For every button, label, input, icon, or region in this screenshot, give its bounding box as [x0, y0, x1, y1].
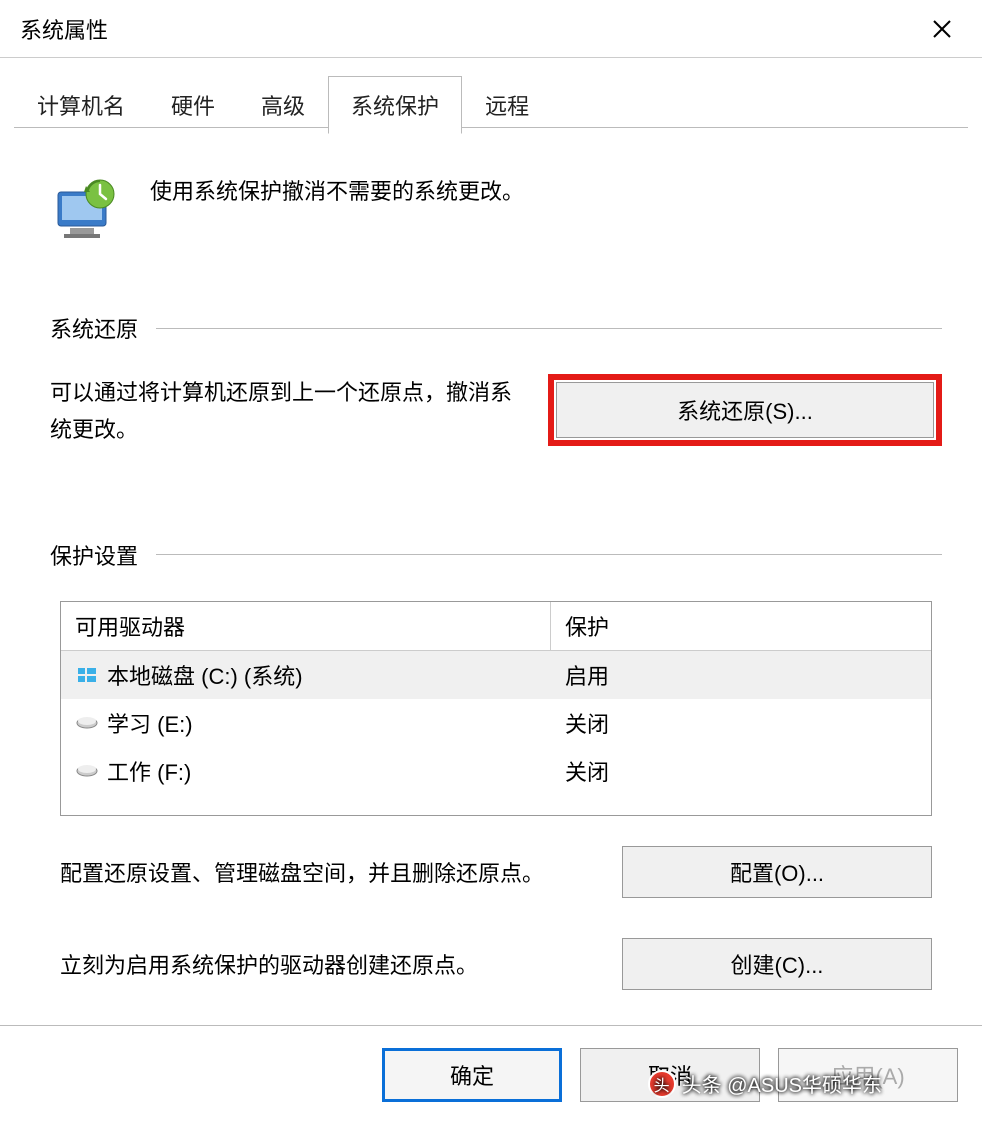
ok-button[interactable]: 确定: [382, 1048, 562, 1102]
highlight-box: 系统还原(S)...: [548, 374, 942, 446]
tab-computer-name[interactable]: 计算机名: [14, 76, 148, 134]
create-button[interactable]: 创建(C)...: [622, 938, 932, 990]
windows-drive-icon: [75, 665, 99, 685]
configure-description: 配置还原设置、管理磁盘空间，并且删除还原点。: [60, 856, 544, 888]
tab-system-protection[interactable]: 系统保护: [328, 76, 462, 134]
drive-row[interactable]: 工作 (F:) 关闭: [61, 747, 931, 795]
divider: [156, 328, 942, 329]
configure-button[interactable]: 配置(O)...: [622, 846, 932, 898]
drive-status: 关闭: [551, 703, 931, 743]
drive-row[interactable]: 本地磁盘 (C:) (系统) 启用: [61, 651, 931, 699]
drive-table: 可用驱动器 保护 本地磁盘 (C:) (系统) 启用 学习 (E:) 关闭: [60, 601, 932, 816]
footer-buttons: 确定 取消 应用(A): [382, 1048, 958, 1102]
divider: [156, 554, 942, 555]
section-header-protection: 保护设置: [50, 539, 942, 571]
restore-description: 可以通过将计算机还原到上一个还原点，撤消系统更改。: [50, 374, 528, 449]
tab-remote[interactable]: 远程: [462, 76, 552, 134]
hero: 使用系统保护撤消不需要的系统更改。: [50, 172, 942, 242]
section-title-protection: 保护设置: [50, 539, 138, 571]
hero-text: 使用系统保护撤消不需要的系统更改。: [150, 172, 524, 206]
close-icon: [932, 19, 952, 39]
header-protection[interactable]: 保护: [551, 602, 931, 650]
restore-row: 可以通过将计算机还原到上一个还原点，撤消系统更改。 系统还原(S)...: [50, 374, 942, 449]
create-description: 立刻为启用系统保护的驱动器创建还原点。: [60, 948, 478, 980]
configure-row: 配置还原设置、管理磁盘空间，并且删除还原点。 配置(O)...: [60, 846, 932, 898]
tab-underline: [14, 127, 968, 128]
window-title: 系统属性: [20, 13, 108, 45]
tab-hardware[interactable]: 硬件: [148, 76, 238, 134]
header-drive[interactable]: 可用驱动器: [61, 602, 551, 650]
hdd-icon: [75, 713, 99, 733]
create-row: 立刻为启用系统保护的驱动器创建还原点。 创建(C)...: [60, 938, 932, 990]
section-title-restore: 系统还原: [50, 312, 138, 344]
hdd-icon: [75, 761, 99, 781]
titlebar: 系统属性: [0, 0, 982, 58]
apply-button[interactable]: 应用(A): [778, 1048, 958, 1102]
drive-status: 关闭: [551, 751, 931, 791]
footer-divider: [0, 1025, 982, 1026]
drive-name: 学习 (E:): [107, 707, 193, 739]
drive-name: 本地磁盘 (C:) (系统): [107, 659, 303, 691]
section-header-restore: 系统还原: [50, 312, 942, 344]
system-restore-button[interactable]: 系统还原(S)...: [556, 382, 934, 438]
cancel-button[interactable]: 取消: [580, 1048, 760, 1102]
drive-name: 工作 (F:): [107, 755, 191, 787]
tab-content: 使用系统保护撤消不需要的系统更改。 系统还原 可以通过将计算机还原到上一个还原点…: [0, 134, 982, 990]
tabs: 计算机名 硬件 高级 系统保护 远程: [14, 76, 982, 134]
tab-advanced[interactable]: 高级: [238, 76, 328, 134]
drive-row[interactable]: 学习 (E:) 关闭: [61, 699, 931, 747]
drive-table-header: 可用驱动器 保护: [61, 602, 931, 651]
system-protection-icon: [50, 172, 120, 242]
close-button[interactable]: [922, 9, 962, 49]
drive-status: 启用: [551, 655, 931, 695]
